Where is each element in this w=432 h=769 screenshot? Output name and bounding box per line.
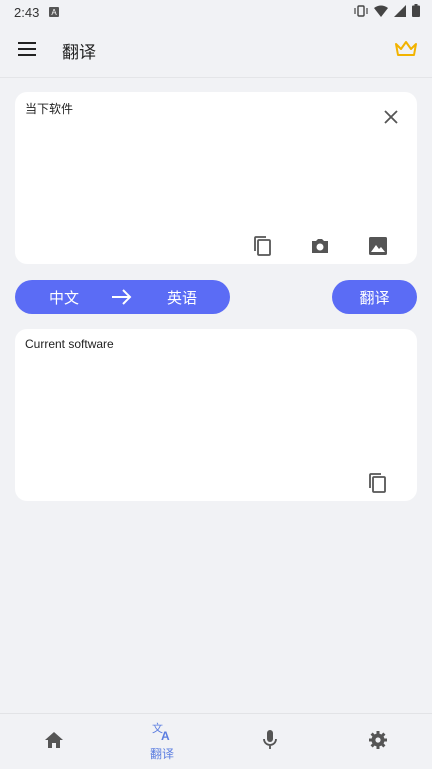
wifi-icon [374, 5, 388, 20]
battery-icon [412, 4, 420, 20]
signal-icon [394, 4, 406, 20]
translate-icon[interactable]: 文A [151, 721, 173, 745]
vibrate-icon [354, 4, 368, 20]
svg-text:A: A [161, 729, 170, 741]
source-text-card[interactable]: 当下软件 [15, 92, 417, 264]
image-icon[interactable] [366, 234, 390, 258]
copy-icon[interactable] [366, 471, 390, 495]
app-bar: 翻译 [0, 24, 432, 78]
bottom-navigation: 文A 翻译 [0, 713, 432, 769]
clear-icon[interactable] [381, 107, 401, 127]
menu-icon[interactable] [18, 41, 36, 60]
copy-icon[interactable] [251, 234, 275, 258]
nav-item-voice[interactable] [216, 714, 324, 769]
arrow-right-icon[interactable] [111, 287, 133, 311]
crown-icon[interactable] [394, 40, 418, 62]
source-language[interactable]: 中文 [49, 287, 79, 308]
status-time: 2:43 [14, 4, 40, 20]
nav-label-translate[interactable]: 翻译 [150, 745, 174, 762]
gear-icon[interactable] [368, 730, 388, 754]
camera-icon[interactable] [308, 234, 332, 258]
home-icon[interactable] [44, 731, 64, 753]
source-text[interactable]: 当下软件 [25, 100, 73, 117]
page-title: 翻译 [62, 43, 96, 63]
language-selector[interactable]: 中文 英语 [15, 280, 230, 314]
nav-item-home[interactable] [0, 714, 108, 769]
mic-icon[interactable] [262, 729, 278, 755]
nav-item-settings[interactable] [324, 714, 432, 769]
status-bar: 2:43 A [0, 0, 432, 24]
notification-a-icon: A [49, 5, 60, 20]
target-language[interactable]: 英语 [167, 287, 197, 308]
translate-button[interactable]: 翻译 [332, 280, 417, 314]
svg-text:A: A [52, 8, 58, 17]
nav-item-translate[interactable]: 文A 翻译 [108, 714, 216, 769]
result-text: Current software [25, 337, 114, 351]
result-text-card: Current software [15, 329, 417, 501]
